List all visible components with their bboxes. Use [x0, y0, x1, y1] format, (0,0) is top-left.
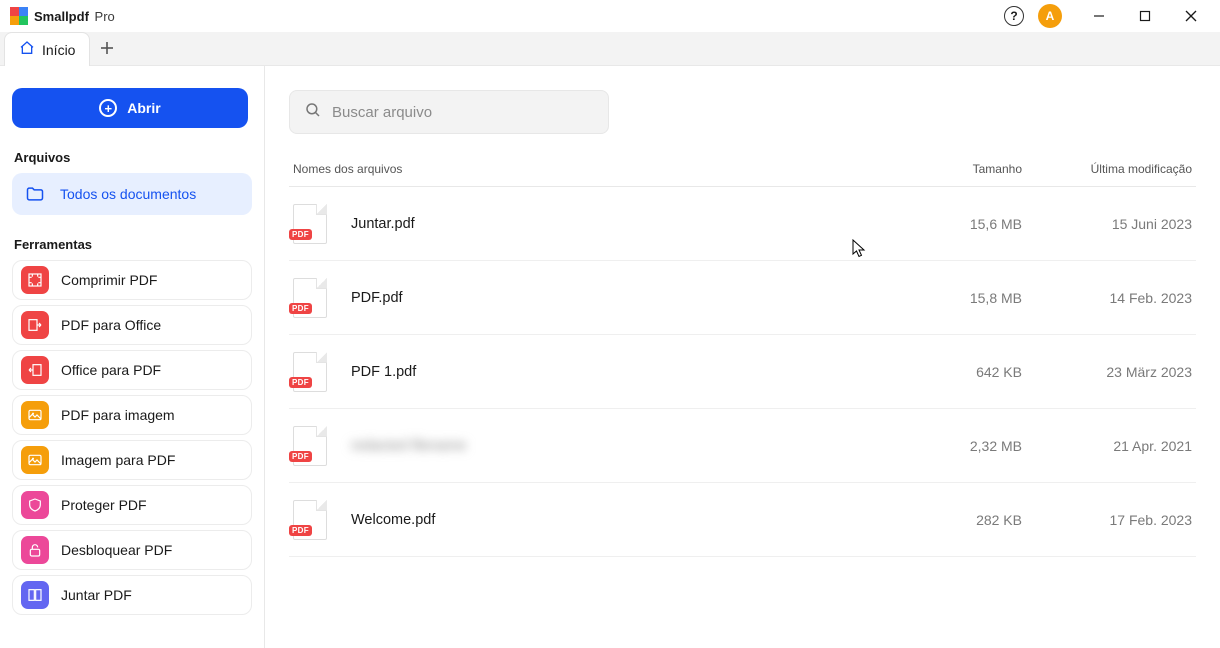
- tab-home[interactable]: Início: [4, 32, 90, 66]
- col-name[interactable]: Nomes dos arquivos: [293, 162, 892, 176]
- window-maximize-button[interactable]: [1122, 0, 1168, 32]
- from-image-icon: [21, 446, 49, 474]
- file-name: PDF.pdf: [351, 290, 892, 306]
- tool-label: Proteger PDF: [61, 497, 147, 513]
- col-modified[interactable]: Última modificação: [1022, 162, 1192, 176]
- col-size[interactable]: Tamanho: [892, 162, 1022, 176]
- sidebar: + Abrir Arquivos Todos os documentos Fer…: [0, 66, 265, 648]
- pdf-file-icon: PDF: [293, 352, 327, 392]
- file-size: 15,6 MB: [892, 216, 1022, 232]
- app-title: Smallpdf Pro: [34, 9, 115, 24]
- tab-home-label: Início: [42, 42, 75, 58]
- sidebar-item-all-documents[interactable]: Todos os documentos: [12, 173, 252, 215]
- section-files-label: Arquivos: [14, 150, 252, 165]
- table-header: Nomes dos arquivos Tamanho Última modifi…: [289, 162, 1196, 187]
- tool-to-office[interactable]: PDF para Office: [12, 305, 252, 345]
- open-button[interactable]: + Abrir: [12, 88, 248, 128]
- table-row[interactable]: PDF PDF 1.pdf 642 KB 23 März 2023: [289, 335, 1196, 409]
- table-row[interactable]: PDF Welcome.pdf 282 KB 17 Feb. 2023: [289, 483, 1196, 557]
- main-content: Buscar arquivo Nomes dos arquivos Tamanh…: [265, 66, 1220, 648]
- open-button-label: Abrir: [127, 100, 160, 116]
- file-modified: 23 März 2023: [1022, 364, 1192, 380]
- file-modified: 17 Feb. 2023: [1022, 512, 1192, 528]
- table-row[interactable]: PDF Juntar.pdf 15,6 MB 15 Juni 2023: [289, 187, 1196, 261]
- avatar-initial: A: [1046, 9, 1055, 23]
- titlebar: Smallpdf Pro ? A: [0, 0, 1220, 32]
- compress-icon: [21, 266, 49, 294]
- pdf-badge: PDF: [289, 525, 312, 536]
- tool-merge[interactable]: Juntar PDF: [12, 575, 252, 615]
- file-name: Welcome.pdf: [351, 512, 892, 528]
- from-office-icon: [21, 356, 49, 384]
- protect-icon: [21, 491, 49, 519]
- tool-from-image[interactable]: Imagem para PDF: [12, 440, 252, 480]
- tool-label: Juntar PDF: [61, 587, 132, 603]
- file-modified: 15 Juni 2023: [1022, 216, 1192, 232]
- pdf-file-icon: PDF: [293, 278, 327, 318]
- tool-label: Office para PDF: [61, 362, 161, 378]
- file-name: PDF 1.pdf: [351, 364, 892, 380]
- tool-label: PDF para Office: [61, 317, 161, 333]
- avatar[interactable]: A: [1038, 4, 1062, 28]
- app-name: Smallpdf: [34, 9, 89, 24]
- search-input[interactable]: Buscar arquivo: [289, 90, 609, 134]
- pdf-badge: PDF: [289, 229, 312, 240]
- file-size: 15,8 MB: [892, 290, 1022, 306]
- home-icon: [19, 40, 35, 59]
- tool-from-office[interactable]: Office para PDF: [12, 350, 252, 390]
- file-size: 282 KB: [892, 512, 1022, 528]
- tool-unlock[interactable]: Desbloquear PDF: [12, 530, 252, 570]
- pdf-file-icon: PDF: [293, 426, 327, 466]
- tool-label: PDF para imagem: [61, 407, 175, 423]
- window-close-button[interactable]: [1168, 0, 1214, 32]
- pdf-file-icon: PDF: [293, 500, 327, 540]
- section-tools-label: Ferramentas: [14, 237, 252, 252]
- file-size: 2,32 MB: [892, 438, 1022, 454]
- new-tab-button[interactable]: [90, 31, 124, 65]
- file-name: redacted filename: [351, 438, 892, 454]
- tool-compress[interactable]: Comprimir PDF: [12, 260, 252, 300]
- tool-to-image[interactable]: PDF para imagem: [12, 395, 252, 435]
- pdf-badge: PDF: [289, 451, 312, 462]
- pdf-badge: PDF: [289, 377, 312, 388]
- help-icon[interactable]: ?: [1004, 6, 1024, 26]
- tool-label: Comprimir PDF: [61, 272, 157, 288]
- file-modified: 21 Apr. 2021: [1022, 438, 1192, 454]
- tool-label: Desbloquear PDF: [61, 542, 172, 558]
- pdf-file-icon: PDF: [293, 204, 327, 244]
- to-office-icon: [21, 311, 49, 339]
- folder-icon: [22, 181, 48, 207]
- pdf-badge: PDF: [289, 303, 312, 314]
- file-modified: 14 Feb. 2023: [1022, 290, 1192, 306]
- file-name: Juntar.pdf: [351, 216, 892, 232]
- table-row[interactable]: PDF redacted filename 2,32 MB 21 Apr. 20…: [289, 409, 1196, 483]
- unlock-icon: [21, 536, 49, 564]
- tool-label: Imagem para PDF: [61, 452, 175, 468]
- table-row[interactable]: PDF PDF.pdf 15,8 MB 14 Feb. 2023: [289, 261, 1196, 335]
- file-size: 642 KB: [892, 364, 1022, 380]
- tool-protect[interactable]: Proteger PDF: [12, 485, 252, 525]
- app-logo: [10, 7, 28, 25]
- search-placeholder: Buscar arquivo: [332, 104, 432, 121]
- to-image-icon: [21, 401, 49, 429]
- merge-icon: [21, 581, 49, 609]
- tabstrip: Início: [0, 32, 1220, 66]
- search-icon: [304, 101, 322, 123]
- app-tier: Pro: [95, 9, 115, 24]
- sidebar-item-label: Todos os documentos: [60, 186, 196, 202]
- window-minimize-button[interactable]: [1076, 0, 1122, 32]
- plus-circle-icon: +: [99, 99, 117, 117]
